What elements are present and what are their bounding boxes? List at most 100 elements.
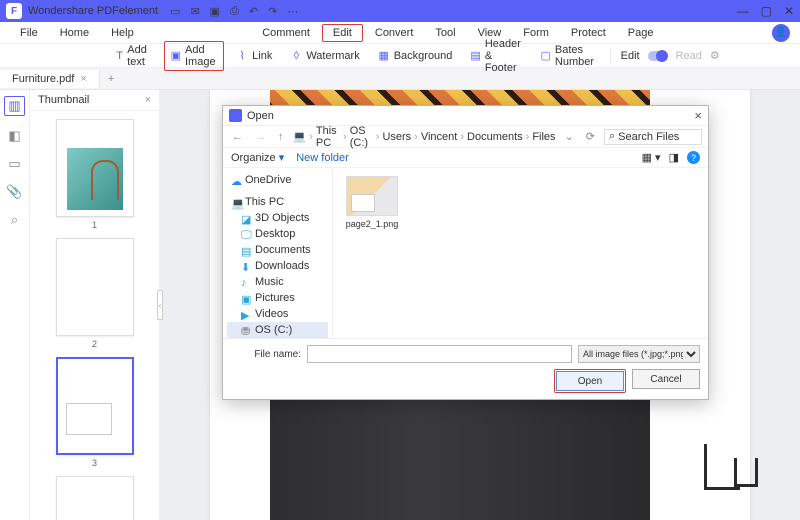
menu-edit[interactable]: Edit [322, 24, 363, 42]
left-rail: ▥ ◧ ▭ 📎 ⌕ [0, 90, 30, 520]
edit-toolbar: TAdd text ▣Add Image ⌇Link ◊Watermark ▦B… [0, 44, 800, 68]
background-icon: ▦ [378, 50, 390, 62]
file-list[interactable]: page2_1.png [333, 168, 708, 338]
app-title: Wondershare PDFelement [28, 5, 158, 17]
view-mode-icon[interactable]: ▦ ▾ [642, 151, 661, 164]
nav-fwd-icon[interactable]: → [252, 131, 269, 143]
thumbnail-close-icon[interactable]: × [145, 94, 151, 106]
thumbnail-rail-icon[interactable]: ▥ [4, 96, 24, 116]
save-icon[interactable]: ▣ [210, 5, 220, 18]
add-image-button[interactable]: ▣Add Image [164, 41, 225, 71]
open-icon[interactable]: ▭ [170, 5, 180, 18]
tree-pictures[interactable]: ▣Pictures [227, 290, 328, 306]
dialog-title: Open [247, 110, 274, 122]
menu-help[interactable]: Help [101, 25, 144, 41]
refresh-icon[interactable]: ⟳ [583, 130, 598, 143]
tree-onedrive[interactable]: ☁OneDrive [227, 172, 328, 188]
filename-input[interactable] [307, 345, 572, 363]
page-thumb-1[interactable]: 1 [56, 119, 134, 230]
tree-downloads[interactable]: ⬇Downloads [227, 258, 328, 274]
text-icon: T [116, 50, 123, 62]
tab-close-icon[interactable]: × [80, 73, 86, 85]
link-button[interactable]: ⌇Link [230, 48, 278, 64]
settings-icon[interactable]: ⚙ [710, 49, 720, 62]
mail-icon[interactable]: ✉ [190, 5, 199, 18]
attachment-rail-icon[interactable]: 📎 [6, 184, 22, 200]
link-icon: ⌇ [236, 50, 248, 62]
new-folder-button[interactable]: New folder [296, 152, 349, 164]
breadcrumb[interactable]: 💻 ›This PC ›OS (C:) ›Users ›Vincent ›Doc… [293, 125, 556, 149]
tree-music[interactable]: ♪Music [227, 274, 328, 290]
image-icon: ▣ [171, 50, 181, 62]
maximize-icon[interactable]: ▢ [761, 4, 772, 18]
menu-tool[interactable]: Tool [425, 25, 465, 41]
close-icon[interactable]: ✕ [784, 4, 794, 18]
file-item[interactable]: page2_1.png [341, 176, 403, 229]
minimize-icon[interactable]: — [737, 4, 749, 18]
tree-desktop[interactable]: 🖵Desktop [227, 226, 328, 242]
help-icon[interactable]: ? [687, 151, 700, 164]
file-type-filter[interactable]: All image files (*.jpg;*.png;*.tif;* [578, 345, 700, 363]
thumbnail-panel: Thumbnail × 1 2 3 [30, 90, 160, 520]
open-file-dialog: Open × ← → ↑ 💻 ›This PC ›OS (C:) ›Users … [222, 105, 709, 400]
tree-thispc[interactable]: 💻This PC [227, 194, 328, 210]
folder-tree: ☁OneDrive 💻This PC ◪3D Objects 🖵Desktop … [223, 168, 333, 338]
search-rail-icon[interactable]: ⌕ [11, 212, 18, 228]
separator [610, 49, 611, 63]
page-thumb-3[interactable]: 3 [56, 357, 134, 468]
comments-rail-icon[interactable]: ▭ [8, 156, 20, 172]
nav-back-icon[interactable]: ← [229, 131, 246, 143]
tree-documents[interactable]: ▤Documents [227, 242, 328, 258]
menu-file[interactable]: File [10, 25, 48, 41]
search-files-input[interactable]: ⌕Search Files [604, 129, 702, 145]
pc-icon: 💻 [293, 130, 307, 143]
more-icon[interactable]: ⋯ [287, 5, 298, 18]
file-name-label: page2_1.png [346, 219, 399, 229]
header-footer-button[interactable]: ▤Header & Footer [464, 36, 528, 76]
page-thumb-4[interactable] [56, 476, 134, 520]
document-tab[interactable]: Furniture.pdf × [0, 70, 100, 88]
tab-label: Furniture.pdf [12, 73, 74, 85]
user-avatar-icon[interactable]: 👤 [772, 24, 790, 42]
watermark-button[interactable]: ◊Watermark [284, 48, 365, 64]
edit-read-toggle[interactable] [648, 51, 668, 61]
app-logo-icon: F [6, 3, 22, 19]
bates-number-button[interactable]: ▢Bates Number [535, 42, 602, 70]
cancel-button[interactable]: Cancel [632, 369, 700, 389]
nav-up-icon[interactable]: ↑ [275, 131, 287, 143]
dialog-close-icon[interactable]: × [694, 108, 702, 123]
bookmark-rail-icon[interactable]: ◧ [8, 128, 20, 144]
page-image-bottom [270, 400, 650, 520]
preview-pane-icon[interactable]: ◨ [669, 151, 679, 164]
file-thumbnail [346, 176, 398, 216]
menu-comment[interactable]: Comment [252, 25, 320, 41]
menu-convert[interactable]: Convert [365, 25, 424, 41]
menu-page[interactable]: Page [618, 25, 664, 41]
edit-mode-label: Edit [621, 50, 640, 62]
print-icon[interactable]: ⎙ [230, 5, 239, 18]
new-tab-button[interactable]: + [100, 73, 122, 85]
add-text-button[interactable]: TAdd text [110, 42, 158, 70]
titlebar-quick-icons: ▭ ✉ ▣ ⎙ ↶ ↷ ⋯ [170, 5, 737, 18]
organize-menu[interactable]: Organize ▾ [231, 151, 284, 164]
watermark-icon: ◊ [290, 50, 302, 62]
search-icon: ⌕ [609, 130, 615, 143]
bates-icon: ▢ [541, 50, 551, 62]
crumb-dropdown-icon[interactable]: ⌄ [562, 130, 577, 143]
panel-collapse-handle[interactable]: ‹ [157, 290, 163, 320]
menu-protect[interactable]: Protect [561, 25, 616, 41]
tree-videos[interactable]: ▶Videos [227, 306, 328, 322]
background-button[interactable]: ▦Background [372, 48, 459, 64]
header-footer-icon: ▤ [470, 50, 480, 62]
window-controls: — ▢ ✕ [737, 4, 794, 18]
document-tabbar: Furniture.pdf × + [0, 68, 800, 90]
tree-os-c[interactable]: ⛃OS (C:) [227, 322, 328, 338]
tree-3dobjects[interactable]: ◪3D Objects [227, 210, 328, 226]
titlebar: F Wondershare PDFelement ▭ ✉ ▣ ⎙ ↶ ↷ ⋯ —… [0, 0, 800, 22]
page-thumb-2[interactable]: 2 [56, 238, 134, 349]
redo-icon[interactable]: ↷ [268, 5, 277, 18]
menu-home[interactable]: Home [50, 25, 99, 41]
open-button[interactable]: Open [556, 371, 624, 391]
chair-graphic [704, 444, 740, 490]
undo-icon[interactable]: ↶ [249, 5, 258, 18]
